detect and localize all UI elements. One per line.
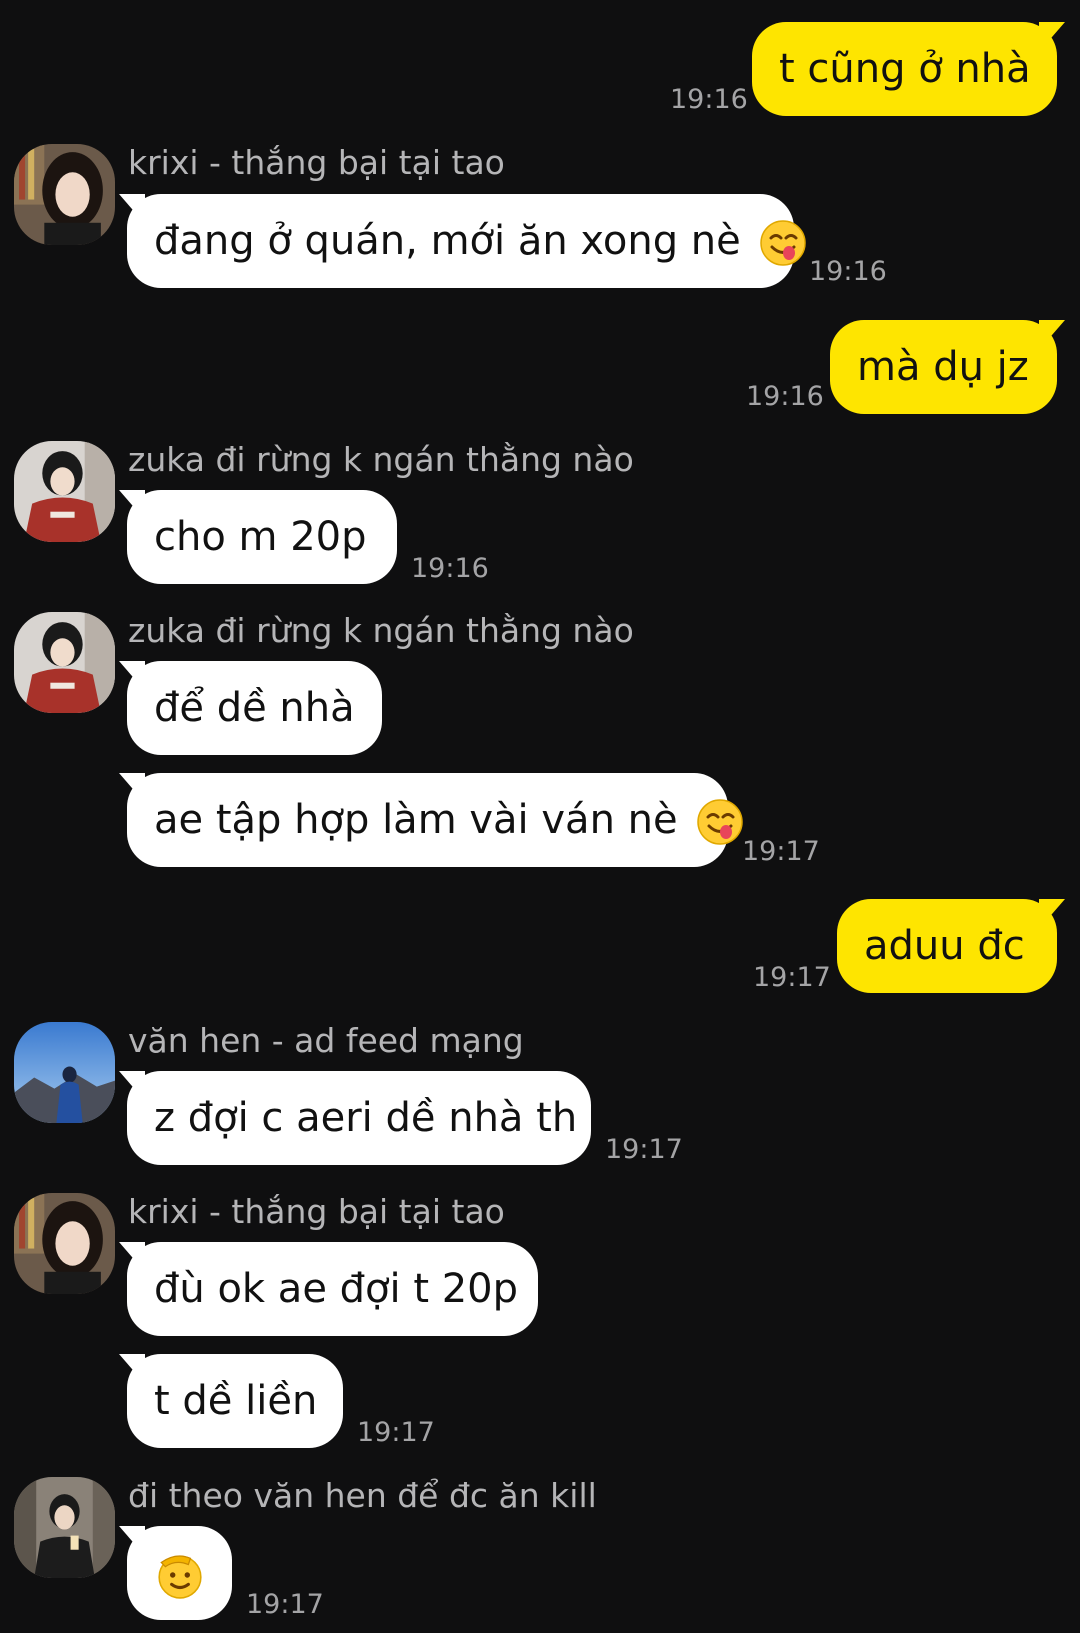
- message-timestamp: 19:16: [411, 553, 489, 584]
- outgoing-message-bubble[interactable]: mà dụ jz: [830, 320, 1057, 414]
- sender-name: zuka đi rừng k ngán thằng nào: [128, 440, 634, 479]
- avatar[interactable]: [14, 144, 115, 245]
- incoming-message-bubble[interactable]: [127, 1526, 232, 1620]
- sender-name: krixi - thắng bại tại tao: [128, 143, 505, 182]
- avatar-photo-icon: [14, 144, 115, 245]
- avatar[interactable]: [14, 1193, 115, 1294]
- avatar-photo-icon: [14, 612, 115, 713]
- yum-face-emoji: [697, 799, 744, 845]
- incoming-message-bubble[interactable]: z đợi c aeri dề nhà th: [127, 1071, 591, 1165]
- incoming-message-bubble[interactable]: ae tập hợp làm vài ván nè: [127, 773, 744, 867]
- avatar[interactable]: [14, 441, 115, 542]
- salute-face-emoji: [157, 1555, 202, 1599]
- incoming-message-bubble[interactable]: đang ở quán, mới ăn xong nè: [127, 194, 807, 288]
- message-text: t dề liền: [154, 1378, 318, 1424]
- avatar-photo-icon: [14, 1022, 115, 1123]
- message-timestamp: 19:17: [246, 1589, 324, 1620]
- incoming-message-bubble[interactable]: để dề nhà: [127, 661, 382, 755]
- incoming-message-bubble[interactable]: cho m 20p: [127, 490, 397, 584]
- avatar-photo-icon: [14, 1193, 115, 1294]
- sender-name: zuka đi rừng k ngán thằng nào: [128, 611, 634, 650]
- message-timestamp: 19:17: [605, 1134, 683, 1165]
- avatar[interactable]: [14, 1477, 115, 1578]
- avatar-photo-icon: [14, 441, 115, 542]
- yum-face-emoji: [760, 220, 807, 266]
- chat-message-list[interactable]: t cũng ở nhà 19:16 krixi - thắng bại tại…: [0, 0, 1080, 1633]
- message-text: z đợi c aeri dề nhà th: [154, 1095, 578, 1141]
- message-text: đang ở quán, mới ăn xong nè: [154, 218, 741, 264]
- message-timestamp: 19:17: [753, 962, 831, 993]
- sender-name: krixi - thắng bại tại tao: [128, 1192, 505, 1231]
- message-timestamp: 19:16: [746, 381, 824, 412]
- incoming-message-bubble[interactable]: t dề liền: [127, 1354, 343, 1448]
- avatar[interactable]: [14, 612, 115, 713]
- avatar-photo-icon: [14, 1477, 115, 1578]
- message-text: mà dụ jz: [857, 344, 1029, 390]
- message-timestamp: 19:17: [742, 836, 820, 867]
- message-text: t cũng ở nhà: [779, 46, 1031, 92]
- outgoing-message-bubble[interactable]: t cũng ở nhà: [752, 22, 1057, 116]
- message-text: cho m 20p: [154, 514, 367, 560]
- outgoing-message-bubble[interactable]: aduu đc: [837, 899, 1057, 993]
- message-text: để dề nhà: [154, 685, 355, 731]
- message-text: đù ok ae đợi t 20p: [154, 1266, 519, 1312]
- avatar[interactable]: [14, 1022, 115, 1123]
- message-text: ae tập hợp làm vài ván nè: [154, 797, 678, 843]
- sender-name: văn hen - ad feed mạng: [128, 1021, 524, 1060]
- incoming-message-bubble[interactable]: đù ok ae đợi t 20p: [127, 1242, 538, 1336]
- message-timestamp: 19:16: [670, 84, 748, 115]
- message-text: aduu đc: [864, 923, 1025, 969]
- sender-name: đi theo văn hen để đc ăn kill: [128, 1476, 597, 1515]
- message-timestamp: 19:16: [809, 256, 887, 287]
- message-timestamp: 19:17: [357, 1417, 435, 1448]
